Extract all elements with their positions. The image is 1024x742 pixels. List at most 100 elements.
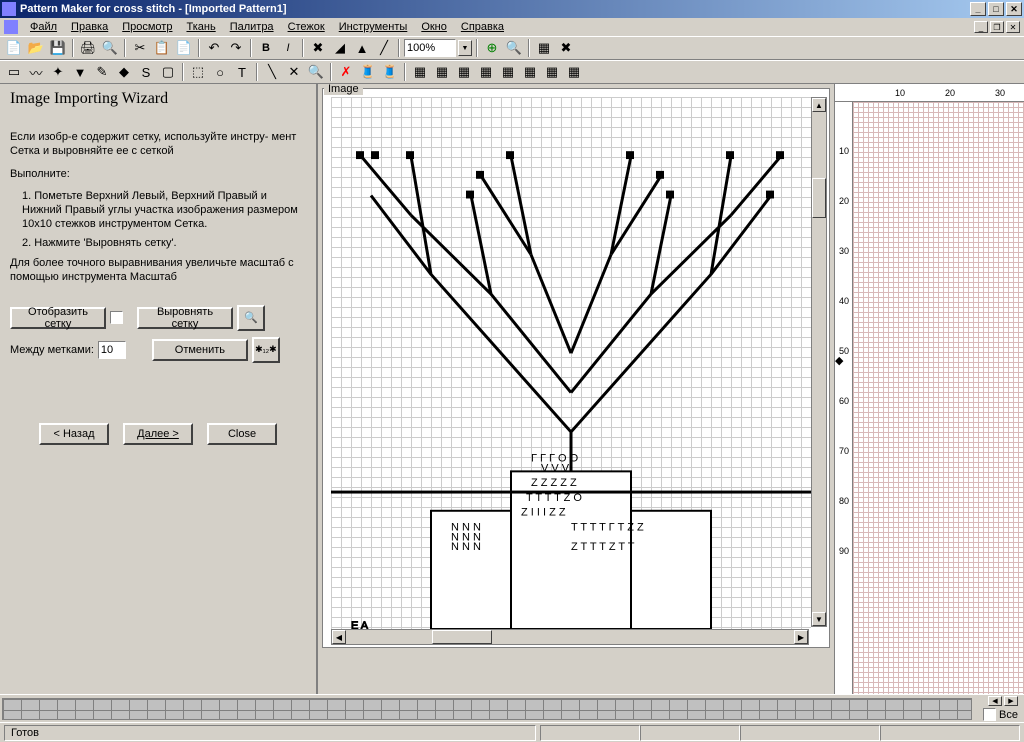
- select-icon[interactable]: ▭: [4, 62, 24, 82]
- pattern-h-icon[interactable]: ▦: [564, 62, 584, 82]
- pattern-canvas[interactable]: E A Г Г Г O OV V V Z Z Z Z ZT T T T Z O …: [331, 97, 811, 629]
- pattern-f-icon[interactable]: ▦: [520, 62, 540, 82]
- line-icon[interactable]: ╲: [262, 62, 282, 82]
- print-icon[interactable]: 🖨: [78, 38, 98, 58]
- show-grid-checkbox[interactable]: [110, 311, 123, 324]
- shape-icon[interactable]: ▢: [158, 62, 178, 82]
- cancel-button[interactable]: Отменить: [152, 339, 248, 361]
- palette-cells[interactable]: [2, 698, 972, 720]
- zoom-tool-icon[interactable]: 🔍: [504, 38, 524, 58]
- menu-tools[interactable]: Инструменты: [333, 19, 414, 35]
- menu-window[interactable]: Окно: [415, 19, 453, 35]
- svg-text:V V V: V V V: [541, 462, 570, 474]
- show-grid-button[interactable]: Отобразить сетку: [10, 307, 106, 329]
- scroll-right-icon[interactable]: ▶: [794, 630, 808, 644]
- scroll-thumb-v[interactable]: [812, 178, 826, 218]
- ruler-icon[interactable]: ✖: [556, 38, 576, 58]
- mdi-minimize[interactable]: _: [974, 21, 988, 33]
- svg-text:Z I I I Z Z: Z I I I Z Z: [521, 507, 566, 519]
- undo-icon[interactable]: ↶: [204, 38, 224, 58]
- menu-palette[interactable]: Палитра: [224, 19, 280, 35]
- scroll-up-icon[interactable]: ▲: [812, 98, 826, 112]
- menu-help[interactable]: Справка: [455, 19, 510, 35]
- wand-icon[interactable]: ✦: [48, 62, 68, 82]
- text-icon[interactable]: T: [232, 62, 252, 82]
- preview-icon[interactable]: 🔍: [100, 38, 120, 58]
- next-button[interactable]: Далее >: [123, 423, 193, 445]
- image-panel: Image: [318, 84, 834, 694]
- align-grid-button[interactable]: Выровнять сетку: [137, 307, 233, 329]
- scroll-down-icon[interactable]: ▼: [812, 612, 826, 626]
- s-icon[interactable]: S: [136, 62, 156, 82]
- pattern-d-icon[interactable]: ▦: [476, 62, 496, 82]
- title-text: Pattern Maker for cross stitch - [Import…: [20, 3, 287, 15]
- statusbar: Готов: [0, 722, 1024, 742]
- zoom-dropdown-icon[interactable]: ▼: [458, 40, 472, 56]
- cross-icon[interactable]: ✕: [284, 62, 304, 82]
- image-scrollbar-vertical[interactable]: ▲ ▼: [811, 97, 827, 627]
- menu-file[interactable]: Файл: [24, 19, 63, 35]
- pattern-image: E A Г Г Г O OV V V Z Z Z Z ZT T T T Z O …: [331, 97, 811, 629]
- thread1-icon[interactable]: 🧵: [358, 62, 378, 82]
- titlebar: Pattern Maker for cross stitch - [Import…: [0, 0, 1024, 18]
- lasso-icon[interactable]: 〰: [26, 62, 46, 82]
- stitch-quarter-icon[interactable]: ▲: [352, 38, 372, 58]
- maximize-button[interactable]: □: [988, 2, 1004, 16]
- new-icon[interactable]: 📄: [4, 38, 24, 58]
- marquee-icon[interactable]: ⬚: [188, 62, 208, 82]
- between-marks-input[interactable]: [98, 341, 126, 359]
- save-icon[interactable]: 💾: [48, 38, 68, 58]
- pattern-c-icon[interactable]: ▦: [454, 62, 474, 82]
- minimize-button[interactable]: _: [970, 2, 986, 16]
- app-icon: [2, 2, 16, 16]
- pattern-e-icon[interactable]: ▦: [498, 62, 518, 82]
- cut-icon[interactable]: ✂: [130, 38, 150, 58]
- magnify-icon[interactable]: 🔍: [306, 62, 326, 82]
- wizard-hint: Для более точного выравнивания увеличьте…: [10, 256, 306, 285]
- menu-edit[interactable]: Правка: [65, 19, 114, 35]
- paste-icon[interactable]: 📄: [174, 38, 194, 58]
- oval-icon[interactable]: ○: [210, 62, 230, 82]
- stitch-x-icon[interactable]: ✖: [308, 38, 328, 58]
- image-frame: E A Г Г Г O OV V V Z Z Z Z ZT T T T Z O …: [322, 88, 830, 648]
- status-cell-5: [880, 725, 1020, 741]
- palette-next-icon[interactable]: ▶: [1004, 696, 1018, 706]
- stitch-back-icon[interactable]: ╱: [374, 38, 394, 58]
- palette-all-checkbox[interactable]: [983, 708, 996, 721]
- scroll-thumb-h[interactable]: [432, 630, 492, 644]
- wizard-panel: Image Importing Wizard Если изобр-е соде…: [0, 84, 318, 694]
- close-wizard-button[interactable]: Close: [207, 423, 277, 445]
- needle-icon[interactable]: ✗: [336, 62, 356, 82]
- pattern-g-icon[interactable]: ▦: [542, 62, 562, 82]
- redo-icon[interactable]: ↷: [226, 38, 246, 58]
- stitch-half-icon[interactable]: ◢: [330, 38, 350, 58]
- menu-view[interactable]: Просмотр: [116, 19, 178, 35]
- fit-icon[interactable]: ⊕: [482, 38, 502, 58]
- mdi-close[interactable]: ✕: [1006, 21, 1020, 33]
- diamond-icon[interactable]: ◆: [114, 62, 134, 82]
- grid-icon[interactable]: ▦: [534, 38, 554, 58]
- close-button[interactable]: ✕: [1006, 2, 1022, 16]
- bucket-icon[interactable]: ▼: [70, 62, 90, 82]
- mdi-restore[interactable]: ❐: [990, 21, 1004, 33]
- menu-stitch[interactable]: Стежок: [282, 19, 331, 35]
- italic-icon[interactable]: I: [278, 38, 298, 58]
- palette-prev-icon[interactable]: ◀: [988, 696, 1002, 706]
- ruler-vertical: 10 20 30 40 50 60 70 80 90: [835, 102, 853, 694]
- copy-icon[interactable]: 📋: [152, 38, 172, 58]
- pattern-a-icon[interactable]: ▦: [410, 62, 430, 82]
- zoom-select[interactable]: 100%: [404, 39, 456, 57]
- preview-grid-area[interactable]: [853, 102, 1024, 694]
- pattern-b-icon[interactable]: ▦: [432, 62, 452, 82]
- magnify-button[interactable]: 🔍: [237, 305, 265, 331]
- thread2-icon[interactable]: 🧵: [380, 62, 400, 82]
- menu-fabric[interactable]: Ткань: [180, 19, 221, 35]
- image-scrollbar-horizontal[interactable]: ◀ ▶: [331, 629, 809, 645]
- back-button[interactable]: < Назад: [39, 423, 109, 445]
- grid-marker-button[interactable]: ✱₁₂✱: [252, 337, 280, 363]
- image-frame-label: Image: [324, 84, 363, 95]
- open-icon[interactable]: 📂: [26, 38, 46, 58]
- eyedrop-icon[interactable]: ✎: [92, 62, 112, 82]
- bold-icon[interactable]: B: [256, 38, 276, 58]
- scroll-left-icon[interactable]: ◀: [332, 630, 346, 644]
